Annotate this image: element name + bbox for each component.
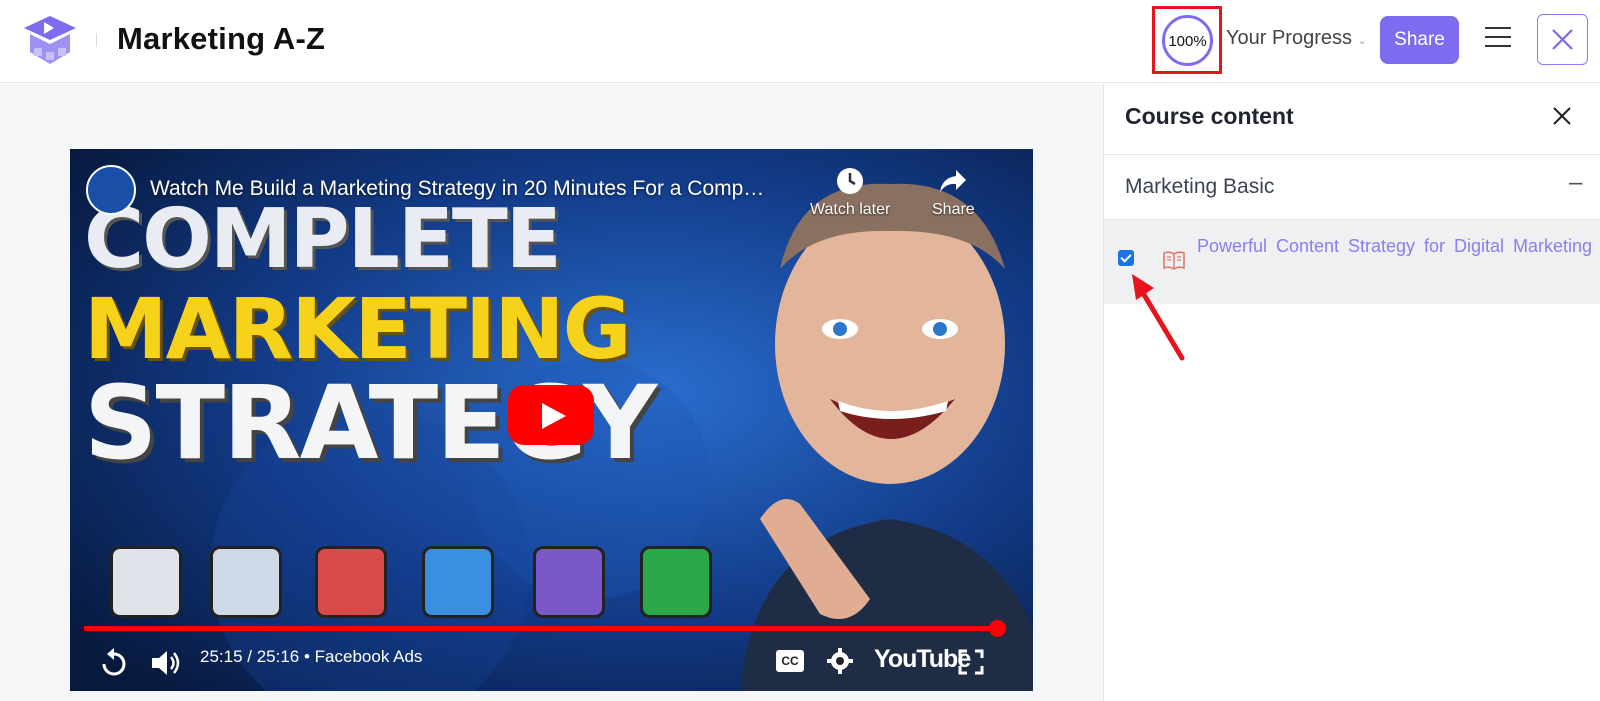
replay-icon[interactable] bbox=[100, 647, 128, 677]
captions-button[interactable]: CC bbox=[776, 650, 804, 672]
video-player[interactable]: COMPLETE MARKETING STRATEGY Watch Me Bui… bbox=[70, 149, 1033, 691]
header-divider bbox=[96, 33, 97, 47]
settings-gear-icon[interactable] bbox=[826, 647, 854, 675]
thumbnail-line-2: MARKETING bbox=[84, 280, 632, 378]
book-icon bbox=[1163, 251, 1185, 270]
time-readout: 25:15 / 25:16 bbox=[200, 647, 300, 666]
clock-icon bbox=[837, 168, 864, 194]
channel-avatar[interactable] bbox=[86, 165, 136, 215]
dollar-tile-icon bbox=[640, 546, 712, 618]
progress-label[interactable]: Your Progress bbox=[1226, 27, 1352, 50]
cc-label: CC bbox=[781, 654, 799, 668]
top-header: Marketing A-Z 100% Your Progress ⌄ Share bbox=[0, 0, 1600, 83]
play-button[interactable] bbox=[508, 385, 594, 445]
thumbnail-line-1: COMPLETE bbox=[84, 192, 562, 287]
sidebar-header: Course content bbox=[1104, 84, 1600, 155]
progress-indicator[interactable]: 100% bbox=[1152, 6, 1222, 74]
progress-value: 100% bbox=[1168, 33, 1207, 50]
collapse-icon[interactable]: – bbox=[1569, 169, 1582, 197]
volume-icon[interactable] bbox=[150, 649, 182, 677]
webpage-tile-icon bbox=[210, 546, 282, 618]
annotation-arrow-icon bbox=[1132, 274, 1185, 361]
section-marketing-basic[interactable]: Marketing Basic – bbox=[1104, 155, 1600, 220]
main-content: COMPLETE MARKETING STRATEGY Watch Me Bui… bbox=[0, 84, 1103, 701]
share-arrow-icon bbox=[940, 170, 967, 192]
presenter-image bbox=[740, 183, 1033, 691]
course-title: Marketing A-Z bbox=[117, 21, 326, 56]
close-course-button[interactable] bbox=[1537, 14, 1588, 65]
watch-later-button[interactable]: Watch later bbox=[810, 167, 890, 219]
video-progress-bar[interactable] bbox=[84, 626, 998, 631]
sidebar-title: Course content bbox=[1125, 103, 1294, 129]
video-share-label: Share bbox=[932, 201, 975, 218]
video-scrubber-handle[interactable] bbox=[989, 620, 1006, 637]
fullscreen-icon[interactable] bbox=[958, 649, 984, 675]
video-controls: 25:15 / 25:16 • Facebook Ads CC YouTube bbox=[70, 637, 1033, 691]
watch-later-label: Watch later bbox=[810, 201, 891, 218]
megaphone-tile-icon bbox=[110, 546, 182, 618]
progress-ring: 100% bbox=[1162, 15, 1213, 66]
lesson-title[interactable]: Powerful Content Strategy for Digital Ma… bbox=[1197, 232, 1592, 290]
video-time: 25:15 / 25:16 • Facebook Ads bbox=[200, 647, 422, 667]
video-share-button[interactable]: Share bbox=[932, 167, 975, 219]
section-label: Marketing Basic bbox=[1125, 175, 1275, 198]
hamburger-menu-icon[interactable] bbox=[1485, 25, 1513, 49]
close-icon[interactable] bbox=[1550, 104, 1574, 128]
course-logo-icon[interactable] bbox=[22, 14, 78, 66]
youtube-logo[interactable]: YouTube bbox=[874, 645, 971, 674]
lesson-complete-checkbox[interactable] bbox=[1118, 250, 1134, 266]
calendar-tile-icon bbox=[533, 546, 605, 618]
course-content-sidebar: Course content Marketing Basic – Powerfu… bbox=[1103, 84, 1600, 701]
chapter-label[interactable]: • Facebook Ads bbox=[304, 647, 422, 666]
chevron-down-icon[interactable]: ⌄ bbox=[1358, 36, 1366, 47]
share-button[interactable]: Share bbox=[1380, 16, 1459, 64]
close-icon bbox=[1552, 29, 1573, 50]
heart-tile-icon bbox=[315, 546, 387, 618]
email-tile-icon bbox=[422, 546, 494, 618]
video-title[interactable]: Watch Me Build a Marketing Strategy in 2… bbox=[150, 177, 810, 201]
